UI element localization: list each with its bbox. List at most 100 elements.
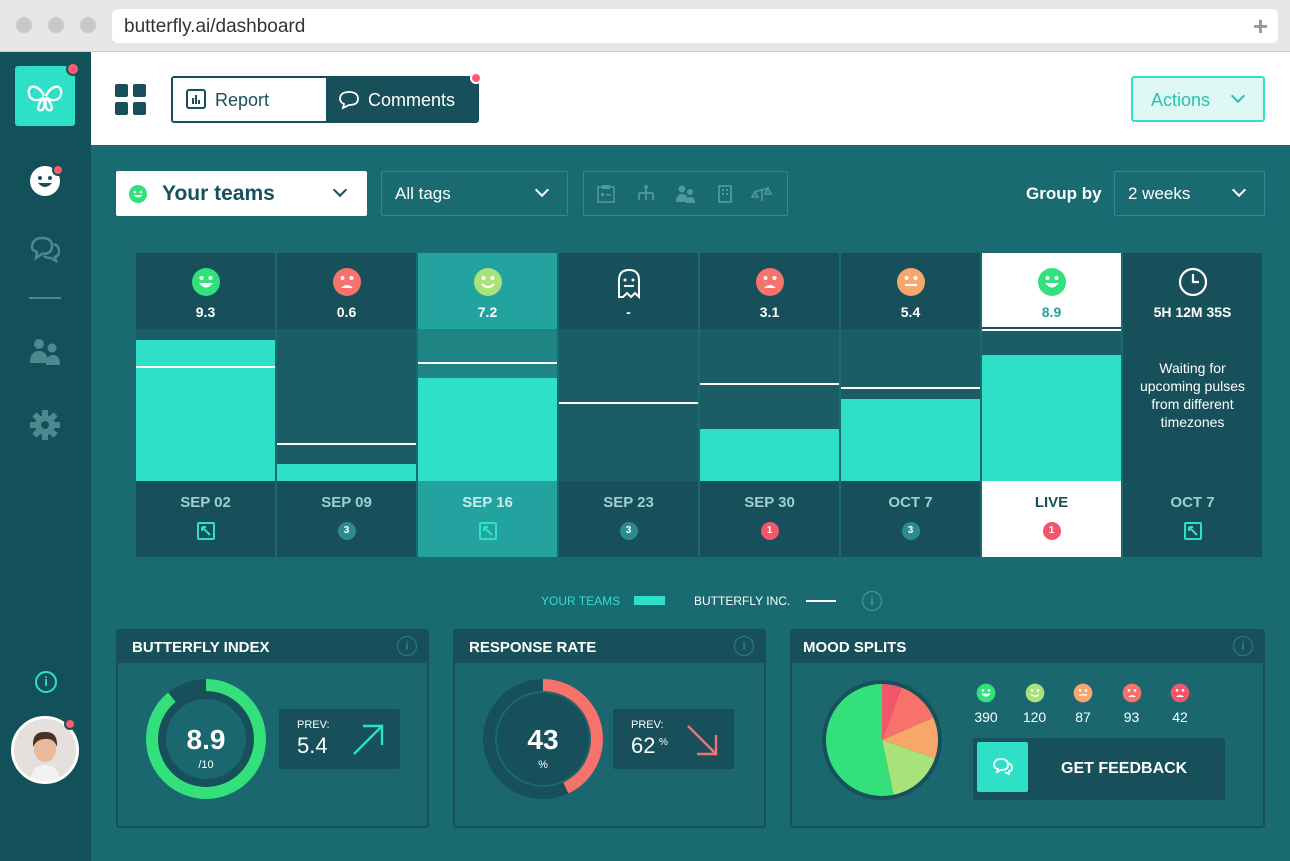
chevron-down-icon xyxy=(1230,88,1246,104)
trend-chart-icon[interactable] xyxy=(196,522,215,540)
index-value: 8.9 xyxy=(186,724,226,755)
happy-light-face-icon xyxy=(1025,683,1045,703)
info-icon[interactable]: i xyxy=(397,636,417,656)
chart-column[interactable]: 7.2 SEP 16 xyxy=(418,253,557,557)
card-title: RESPONSE RATE xyxy=(469,639,597,656)
top-bar: Report Comments Actions xyxy=(91,52,1290,145)
response-unit: % xyxy=(538,759,548,771)
ghost-icon xyxy=(614,267,644,300)
column-score: 3.1 xyxy=(759,304,780,320)
chat-nav-icon[interactable] xyxy=(26,230,64,268)
comment-count-badge[interactable]: 1 xyxy=(1042,522,1061,540)
chart-column[interactable]: 8.9 LIVE 1 xyxy=(982,253,1121,557)
view-switcher: Report Comments xyxy=(171,76,479,123)
happy-count: 390 xyxy=(974,709,998,725)
chevron-down-icon xyxy=(1231,182,1247,198)
chart-column[interactable]: 5H 12M 35S Waiting for upcoming pulses fr… xyxy=(1123,253,1262,557)
column-plot xyxy=(136,329,275,481)
people-icon[interactable] xyxy=(674,184,696,204)
chart-column[interactable]: 5.4 OCT 7 3 xyxy=(841,253,980,557)
neutral-count: 87 xyxy=(1075,709,1091,725)
tags-dropdown[interactable]: All tags xyxy=(381,171,568,216)
index-previous: PREV: 5.4 xyxy=(279,709,400,769)
team-selector[interactable]: Your teams xyxy=(116,171,367,216)
column-date: SEP 16 xyxy=(462,494,513,511)
people-nav-icon[interactable] xyxy=(26,333,64,371)
card-header: RESPONSE RATE i xyxy=(455,631,764,663)
sad-count: 93 xyxy=(1123,709,1140,725)
comment-count-badge[interactable]: 1 xyxy=(760,522,779,540)
chart-column[interactable]: 9.3 SEP 02 xyxy=(136,253,275,557)
team-score-bar xyxy=(841,399,980,481)
team-score-bar xyxy=(982,355,1121,481)
sad-face-icon xyxy=(1122,683,1142,703)
tab-comments[interactable]: Comments xyxy=(326,78,477,121)
mood-pie-chart xyxy=(822,680,942,800)
apps-grid-icon[interactable] xyxy=(115,84,147,116)
sidebar-divider xyxy=(29,297,61,299)
tab-comments-label: Comments xyxy=(368,90,456,110)
trend-chart-icon[interactable] xyxy=(1183,522,1202,540)
waiting-message: Waiting for upcoming pulses from differe… xyxy=(1139,360,1246,430)
column-plot xyxy=(418,329,557,481)
column-header: 5.4 xyxy=(841,253,980,329)
column-score: - xyxy=(626,304,631,320)
butterfly-logo[interactable] xyxy=(15,66,75,126)
info-icon[interactable]: i xyxy=(35,671,57,693)
column-header: - xyxy=(559,253,698,329)
column-footer: SEP 09 3 xyxy=(277,481,416,557)
index-unit: /10 xyxy=(198,759,214,771)
very-sad-count: 42 xyxy=(1172,709,1188,725)
comment-count-badge[interactable]: 3 xyxy=(901,522,920,540)
get-feedback-button[interactable]: GET FEEDBACK xyxy=(973,738,1225,800)
prev-unit: % xyxy=(659,737,668,748)
mood-face-icon xyxy=(896,267,926,297)
legend-info-icon[interactable]: i xyxy=(862,591,882,611)
clipboard-icon[interactable] xyxy=(596,184,616,204)
prev-value: 5.4 xyxy=(297,733,328,758)
column-score: 9.3 xyxy=(195,304,216,320)
tab-report[interactable]: Report xyxy=(173,78,326,121)
mood-splits-card: MOOD SPLITS i 390 120 87 93 42 GET FEEDBACK xyxy=(790,629,1265,828)
butterfly-logo-icon xyxy=(27,85,63,112)
column-header: 9.3 xyxy=(136,253,275,329)
column-plot xyxy=(841,329,980,481)
mood-face-icon xyxy=(1037,267,1067,297)
scale-icon[interactable] xyxy=(751,184,773,204)
column-header: 7.2 xyxy=(418,253,557,329)
new-tab-icon[interactable]: + xyxy=(1253,11,1268,42)
butterfly-index-card: BUTTERFLY INDEX i 8.9 /10 PREV: 5.4 xyxy=(116,629,429,828)
comment-count-badge[interactable]: 3 xyxy=(619,522,638,540)
happy-light-count: 120 xyxy=(1022,709,1047,725)
org-chart-icon[interactable] xyxy=(635,184,657,204)
info-icon[interactable]: i xyxy=(734,636,754,656)
team-score-bar xyxy=(136,340,275,481)
column-date: SEP 09 xyxy=(321,494,372,511)
window-maximize-button[interactable] xyxy=(80,17,96,33)
chart-column[interactable]: - SEP 23 3 xyxy=(559,253,698,557)
chart-column[interactable]: 0.6 SEP 09 3 xyxy=(277,253,416,557)
settings-gear-icon[interactable] xyxy=(26,406,64,444)
happy-face-icon xyxy=(976,683,996,703)
window-minimize-button[interactable] xyxy=(48,17,64,33)
column-date: LIVE xyxy=(1034,494,1069,511)
chart-column[interactable]: 3.1 SEP 30 1 xyxy=(700,253,839,557)
neutral-face-icon xyxy=(1073,683,1093,703)
column-plot xyxy=(559,329,698,481)
sidebar: i xyxy=(0,52,91,861)
info-icon[interactable]: i xyxy=(1233,636,1253,656)
prev-label: PREV: xyxy=(297,719,330,731)
address-bar[interactable]: butterfly.ai/dashboard + xyxy=(112,9,1278,43)
building-icon[interactable] xyxy=(715,184,735,204)
trend-up-arrow-icon xyxy=(353,724,384,755)
column-footer: SEP 23 3 xyxy=(559,481,698,557)
group-by-dropdown[interactable]: 2 weeks xyxy=(1114,171,1265,216)
actions-label: Actions xyxy=(1151,90,1211,110)
comment-count-badge[interactable]: 3 xyxy=(337,522,356,540)
trend-chart-icon[interactable] xyxy=(478,522,497,540)
mood-face-icon xyxy=(332,267,362,297)
actions-dropdown[interactable]: Actions xyxy=(1131,76,1265,122)
window-close-button[interactable] xyxy=(16,17,32,33)
group-by-label: Group by xyxy=(1026,184,1102,203)
card-header: BUTTERFLY INDEX i xyxy=(118,631,427,663)
